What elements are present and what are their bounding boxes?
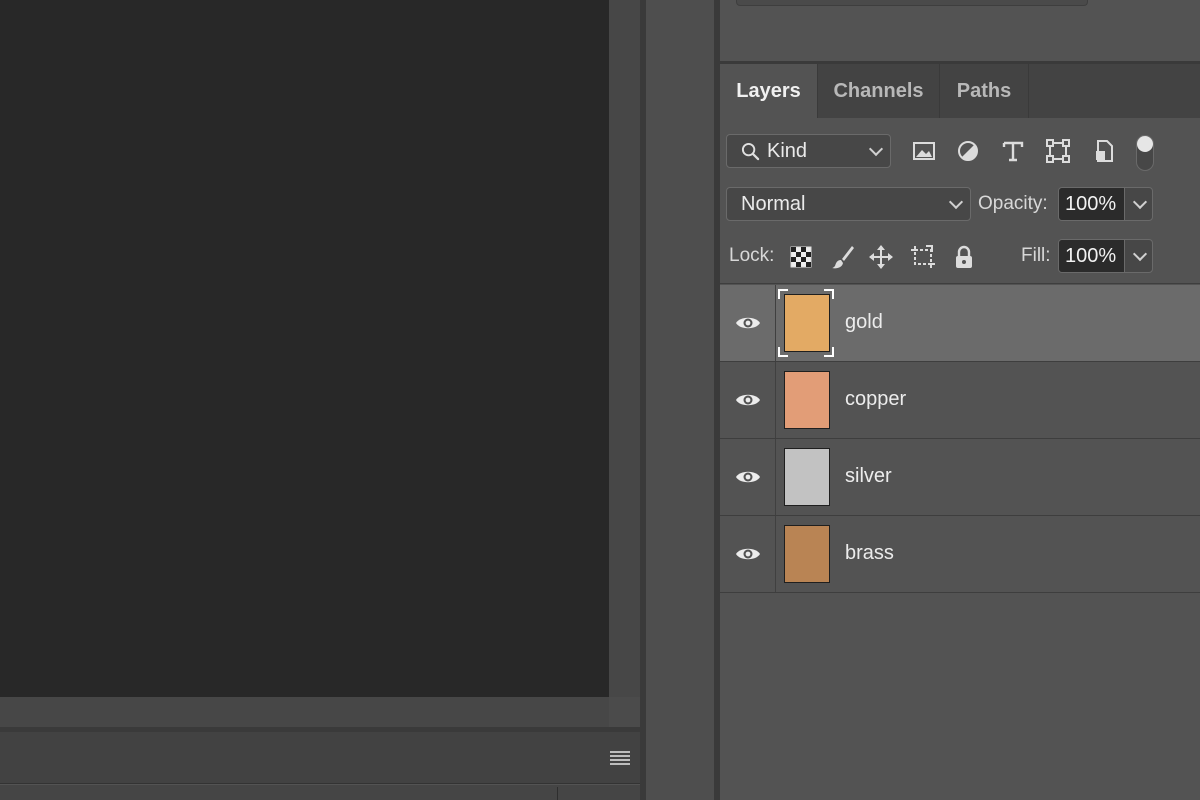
opacity-field[interactable]: 100% [1058,187,1153,221]
upper-panel-field [736,0,1088,6]
eye-icon[interactable] [735,544,761,564]
layer-row-silver[interactable]: silver [720,439,1200,516]
blend-mode-select[interactable]: Normal [726,187,971,221]
layer-row-brass[interactable]: brass [720,516,1200,593]
kind-filter-select[interactable]: Kind [726,134,891,168]
collapsed-panel-column [646,0,714,800]
visibility-cell[interactable] [720,439,776,515]
search-icon [741,142,760,161]
blend-mode-value: Normal [741,193,806,215]
adjustment-filter-icon[interactable] [955,138,981,164]
selection-bracket [778,289,834,357]
tab-layers[interactable]: Layers [720,64,818,118]
opacity-label: Opacity: [978,193,1048,214]
document-canvas[interactable] [0,0,609,697]
chevron-down-icon[interactable] [1132,194,1148,210]
tab-paths[interactable]: Paths [940,64,1029,118]
layers-panel: Layers Channels Paths Kind Normal Opacit… [720,0,1200,800]
shape-filter-icon[interactable] [1045,138,1071,164]
bottom-strip [0,785,640,800]
chevron-down-icon [948,194,964,210]
filter-toggle-switch[interactable] [1136,135,1154,171]
layer-thumbnail[interactable] [784,371,830,429]
eye-icon[interactable] [735,467,761,487]
layer-row-copper[interactable]: copper [720,362,1200,439]
layer-name[interactable]: copper [845,388,906,411]
layer-name[interactable]: gold [845,311,883,334]
visibility-cell[interactable] [720,516,776,592]
lock-all-icon[interactable] [951,244,977,270]
artboard-lock-icon[interactable] [910,244,936,270]
image-filter-icon[interactable] [911,138,937,164]
move-icon[interactable] [868,244,894,270]
lock-transparent-pixels-icon[interactable] [788,244,814,270]
fill-label: Fill: [1021,245,1051,266]
brush-icon[interactable] [830,244,856,270]
visibility-cell[interactable] [720,285,776,361]
vertical-scrollbar[interactable] [609,0,640,697]
layer-thumbnail[interactable] [784,525,830,583]
scrollbar-corner [609,697,640,727]
smart-object-filter-icon[interactable] [1091,138,1117,164]
kind-filter-label: Kind [767,140,808,162]
lock-row: Lock: Fill: 100% [720,230,1200,284]
chevron-down-icon[interactable] [1132,246,1148,262]
bottom-panel [0,732,640,784]
eye-icon[interactable] [735,313,761,333]
panel-menu-icon[interactable] [610,751,630,765]
layer-row-gold[interactable]: gold [720,285,1200,362]
fill-field[interactable]: 100% [1058,239,1153,273]
eye-icon[interactable] [735,390,761,410]
lock-label: Lock: [729,245,775,266]
chevron-down-icon [868,141,884,157]
layer-filter-bar: Kind [720,118,1200,182]
layer-name[interactable]: brass [845,542,894,565]
type-filter-icon[interactable] [1000,138,1026,164]
fill-value[interactable]: 100% [1059,240,1125,272]
layer-thumbnail[interactable] [784,448,830,506]
layer-name[interactable]: silver [845,465,892,488]
panel-tabs: Layers Channels Paths [720,64,1200,118]
opacity-value[interactable]: 100% [1059,188,1125,220]
horizontal-scrollbar[interactable] [0,697,609,727]
blend-row: Normal Opacity: 100% [720,182,1200,230]
tab-channels[interactable]: Channels [818,64,940,118]
visibility-cell[interactable] [720,362,776,438]
layer-list: gold copper silver brass [720,285,1200,593]
